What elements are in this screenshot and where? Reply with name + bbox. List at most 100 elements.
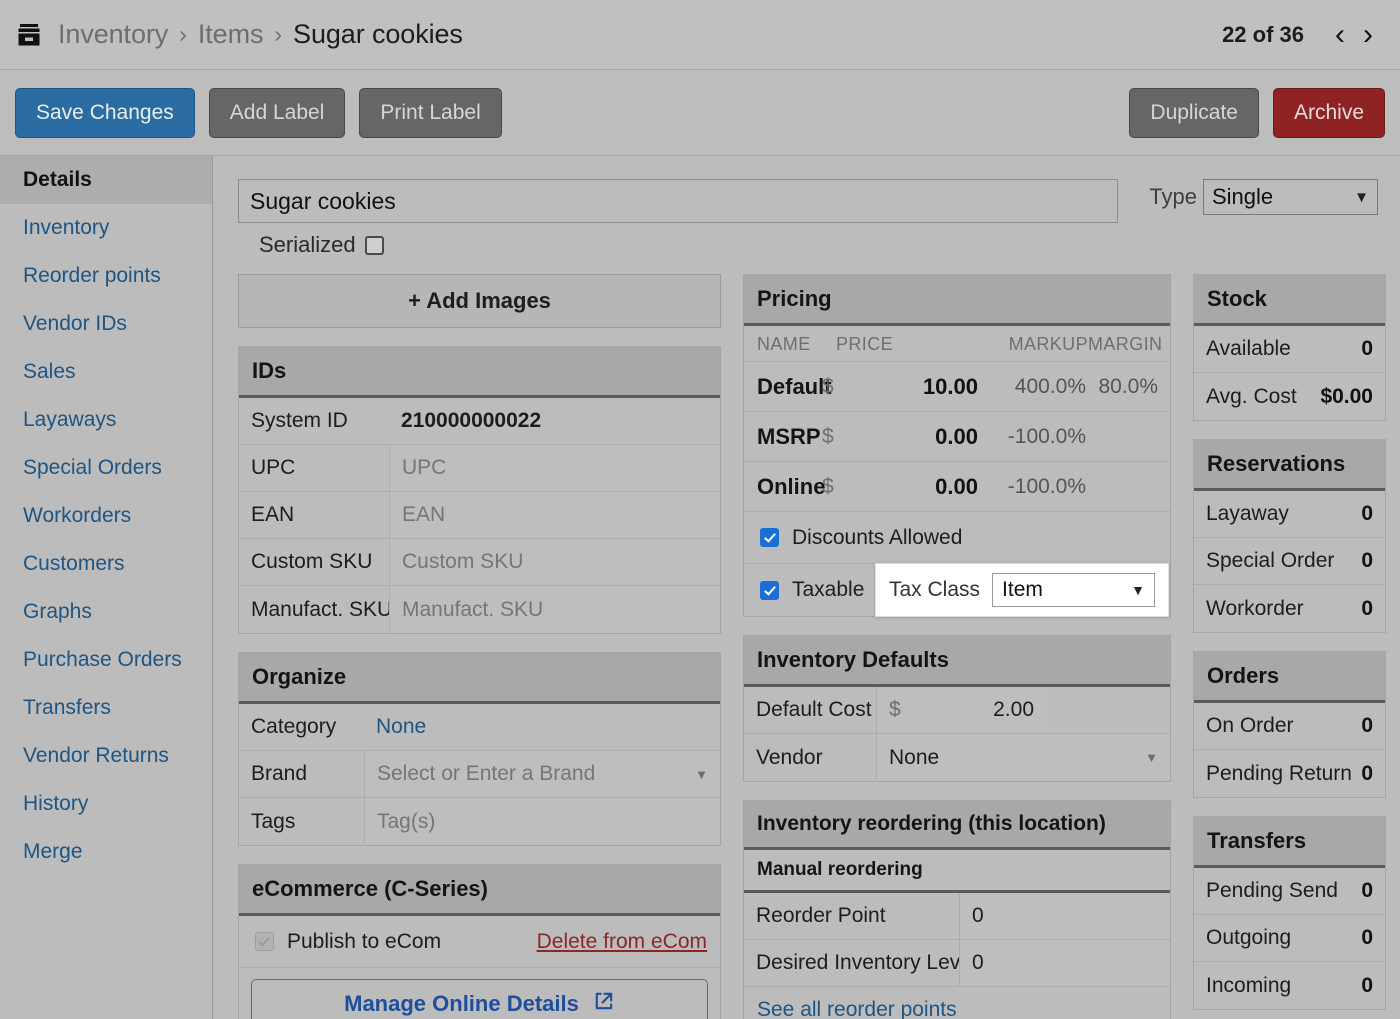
breadcrumb-item-inventory[interactable]: Inventory (58, 19, 168, 50)
reorder-point-input[interactable]: 0 (959, 893, 1170, 939)
discounts-allowed-checkbox[interactable] (760, 528, 779, 547)
sidebar-item-merge[interactable]: Merge (0, 828, 212, 876)
sidebar-item-special-orders[interactable]: Special Orders (0, 444, 212, 492)
reservations-row-workorder: Workorder 0 (1194, 585, 1385, 632)
ean-input[interactable]: EAN (389, 492, 720, 538)
custom-sku-input[interactable]: Custom SKU (389, 539, 720, 585)
see-all-reorder-points-row: See all reorder points (744, 987, 1170, 1019)
upc-input[interactable]: UPC (389, 445, 720, 491)
add-label-button[interactable]: Add Label (208, 87, 346, 138)
reservations-row-special-order: Special Order 0 (1194, 538, 1385, 585)
reservations-row-layaway: Layaway 0 (1194, 491, 1385, 538)
duplicate-button[interactable]: Duplicate (1129, 87, 1259, 138)
sidebar-item-label: Purchase Orders (23, 648, 182, 671)
item-name-input[interactable] (238, 179, 1118, 223)
row-label: Brand (251, 762, 308, 785)
serialized-label: Serialized (259, 232, 356, 257)
sidebar-item-details[interactable]: Details (0, 156, 212, 204)
print-label-button[interactable]: Print Label (359, 87, 502, 138)
default-cost-spacer (1046, 687, 1170, 733)
manage-online-details-button[interactable]: Manage Online Details (251, 979, 708, 1019)
sidebar-item-label: History (23, 792, 89, 815)
item-type-label: Type (1149, 184, 1197, 209)
next-item-icon[interactable]: › (1354, 19, 1382, 50)
vendor-select[interactable]: None ▼ (876, 734, 1170, 781)
columns-wrapper: + Add Images IDs System ID 210000000022 … (238, 274, 1387, 1019)
row-label: Layaway (1206, 502, 1289, 525)
sidebar-item-history[interactable]: History (0, 780, 212, 828)
row-label: Desired Inventory Level (756, 951, 977, 974)
delete-from-ecom-link[interactable]: Delete from eCom (537, 930, 707, 954)
sidebar-item-label: Reorder points (23, 264, 161, 287)
default-cost-input[interactable]: $ 2.00 (876, 687, 1046, 733)
manufact-sku-input[interactable]: Manufact. SKU (389, 586, 720, 633)
item-type-select[interactable]: Single ▼ (1203, 179, 1378, 215)
orders-row-on-order: On Order 0 (1194, 703, 1385, 750)
taxable-label: Taxable (792, 578, 865, 601)
category-link[interactable]: None (376, 715, 426, 739)
sidebar-item-layaways[interactable]: Layaways (0, 396, 212, 444)
item-header-row: Type Single ▼ (238, 179, 1387, 223)
sidebar-item-inventory[interactable]: Inventory (0, 204, 212, 252)
pricing-col-price: PRICE (836, 334, 894, 354)
ecommerce-panel-title: eCommerce (C-Series) (239, 865, 720, 916)
sidebar-item-vendor-ids[interactable]: Vendor IDs (0, 300, 212, 348)
sidebar-item-workorders[interactable]: Workorders (0, 492, 212, 540)
save-changes-button[interactable]: Save Changes (15, 87, 195, 138)
taxable-checkbox[interactable] (760, 580, 779, 600)
tax-class-select[interactable]: Item ▼ (992, 573, 1155, 607)
row-label: Workorder (1206, 596, 1304, 620)
pricing-column-headers: NAME PRICE MARKUP MARGIN (744, 326, 1170, 362)
orders-panel: Orders On Order 0 Pending Return 0 (1193, 651, 1386, 798)
column-right: Stock Available 0 Avg. Cost $0.00 Reserv… (1193, 274, 1386, 1019)
pricing-row-online: Online $ 0.00 -100.0% (744, 462, 1170, 512)
price-name: Default (757, 373, 832, 399)
price-input[interactable]: 0.00 (848, 424, 982, 450)
sidebar-item-reorder-points[interactable]: Reorder points (0, 252, 212, 300)
action-toolbar: Save Changes Add Label Print Label Dupli… (0, 70, 1400, 156)
transfers-panel-title: Transfers (1194, 817, 1385, 868)
sidebar-item-purchase-orders[interactable]: Purchase Orders (0, 636, 212, 684)
ids-panel-title: IDs (239, 347, 720, 398)
ids-row-custom-sku: Custom SKU Custom SKU (239, 539, 720, 586)
row-label: Pending Return (1206, 761, 1352, 785)
row-value: 0 (1361, 879, 1373, 902)
organize-row-brand: Brand Select or Enter a Brand ▼ (239, 751, 720, 798)
sidebar-item-label: Vendor IDs (23, 312, 127, 335)
publish-to-ecom-label: Publish to eCom (287, 929, 442, 953)
tags-input[interactable]: Tag(s) (364, 798, 720, 845)
add-images-button[interactable]: + Add Images (238, 274, 721, 328)
stock-row-available: Available 0 (1194, 326, 1385, 373)
organize-panel-title: Organize (239, 653, 720, 704)
desired-inventory-level-input[interactable]: 0 (959, 940, 1170, 986)
prev-item-icon[interactable]: ‹ (1326, 19, 1354, 50)
manage-online-details-label: Manage Online Details (344, 991, 579, 1016)
sidebar-item-graphs[interactable]: Graphs (0, 588, 212, 636)
main-content: Type Single ▼ Serialized + Add Images ID… (213, 156, 1400, 1019)
price-margin: 80.0% (1098, 374, 1158, 398)
price-input[interactable]: 10.00 (848, 374, 982, 400)
sidebar-item-transfers[interactable]: Transfers (0, 684, 212, 732)
sidebar-item-vendor-returns[interactable]: Vendor Returns (0, 732, 212, 780)
price-markup: 400.0% (1014, 374, 1086, 398)
pager-count: 22 of 36 (1222, 21, 1304, 47)
default-cost-value: 2.00 (993, 698, 1034, 721)
breadcrumb-separator: › (179, 21, 187, 47)
vendor-value: None (889, 745, 940, 769)
row-label: Vendor (756, 745, 823, 769)
brand-select[interactable]: Select or Enter a Brand ▼ (364, 751, 720, 797)
transfers-panel: Transfers Pending Send 0 Outgoing 0 Inco… (1193, 816, 1386, 1010)
ids-panel: IDs System ID 210000000022 UPC UPC EAN E… (238, 346, 721, 634)
sidebar-item-customers[interactable]: Customers (0, 540, 212, 588)
archive-button[interactable]: Archive (1272, 87, 1385, 138)
sidebar-item-label: Merge (23, 840, 83, 863)
sidebar-item-sales[interactable]: Sales (0, 348, 212, 396)
reorder-point-row: Reorder Point 0 (744, 893, 1170, 940)
see-all-reorder-points-link[interactable]: See all reorder points (757, 998, 957, 1019)
serialized-checkbox[interactable] (364, 235, 384, 255)
breadcrumb-item-items[interactable]: Items (198, 19, 264, 50)
publish-to-ecom-checkbox (255, 932, 274, 951)
price-input[interactable]: 0.00 (848, 474, 982, 500)
row-label: Available (1206, 337, 1291, 360)
chevron-down-icon: ▼ (1354, 188, 1369, 206)
